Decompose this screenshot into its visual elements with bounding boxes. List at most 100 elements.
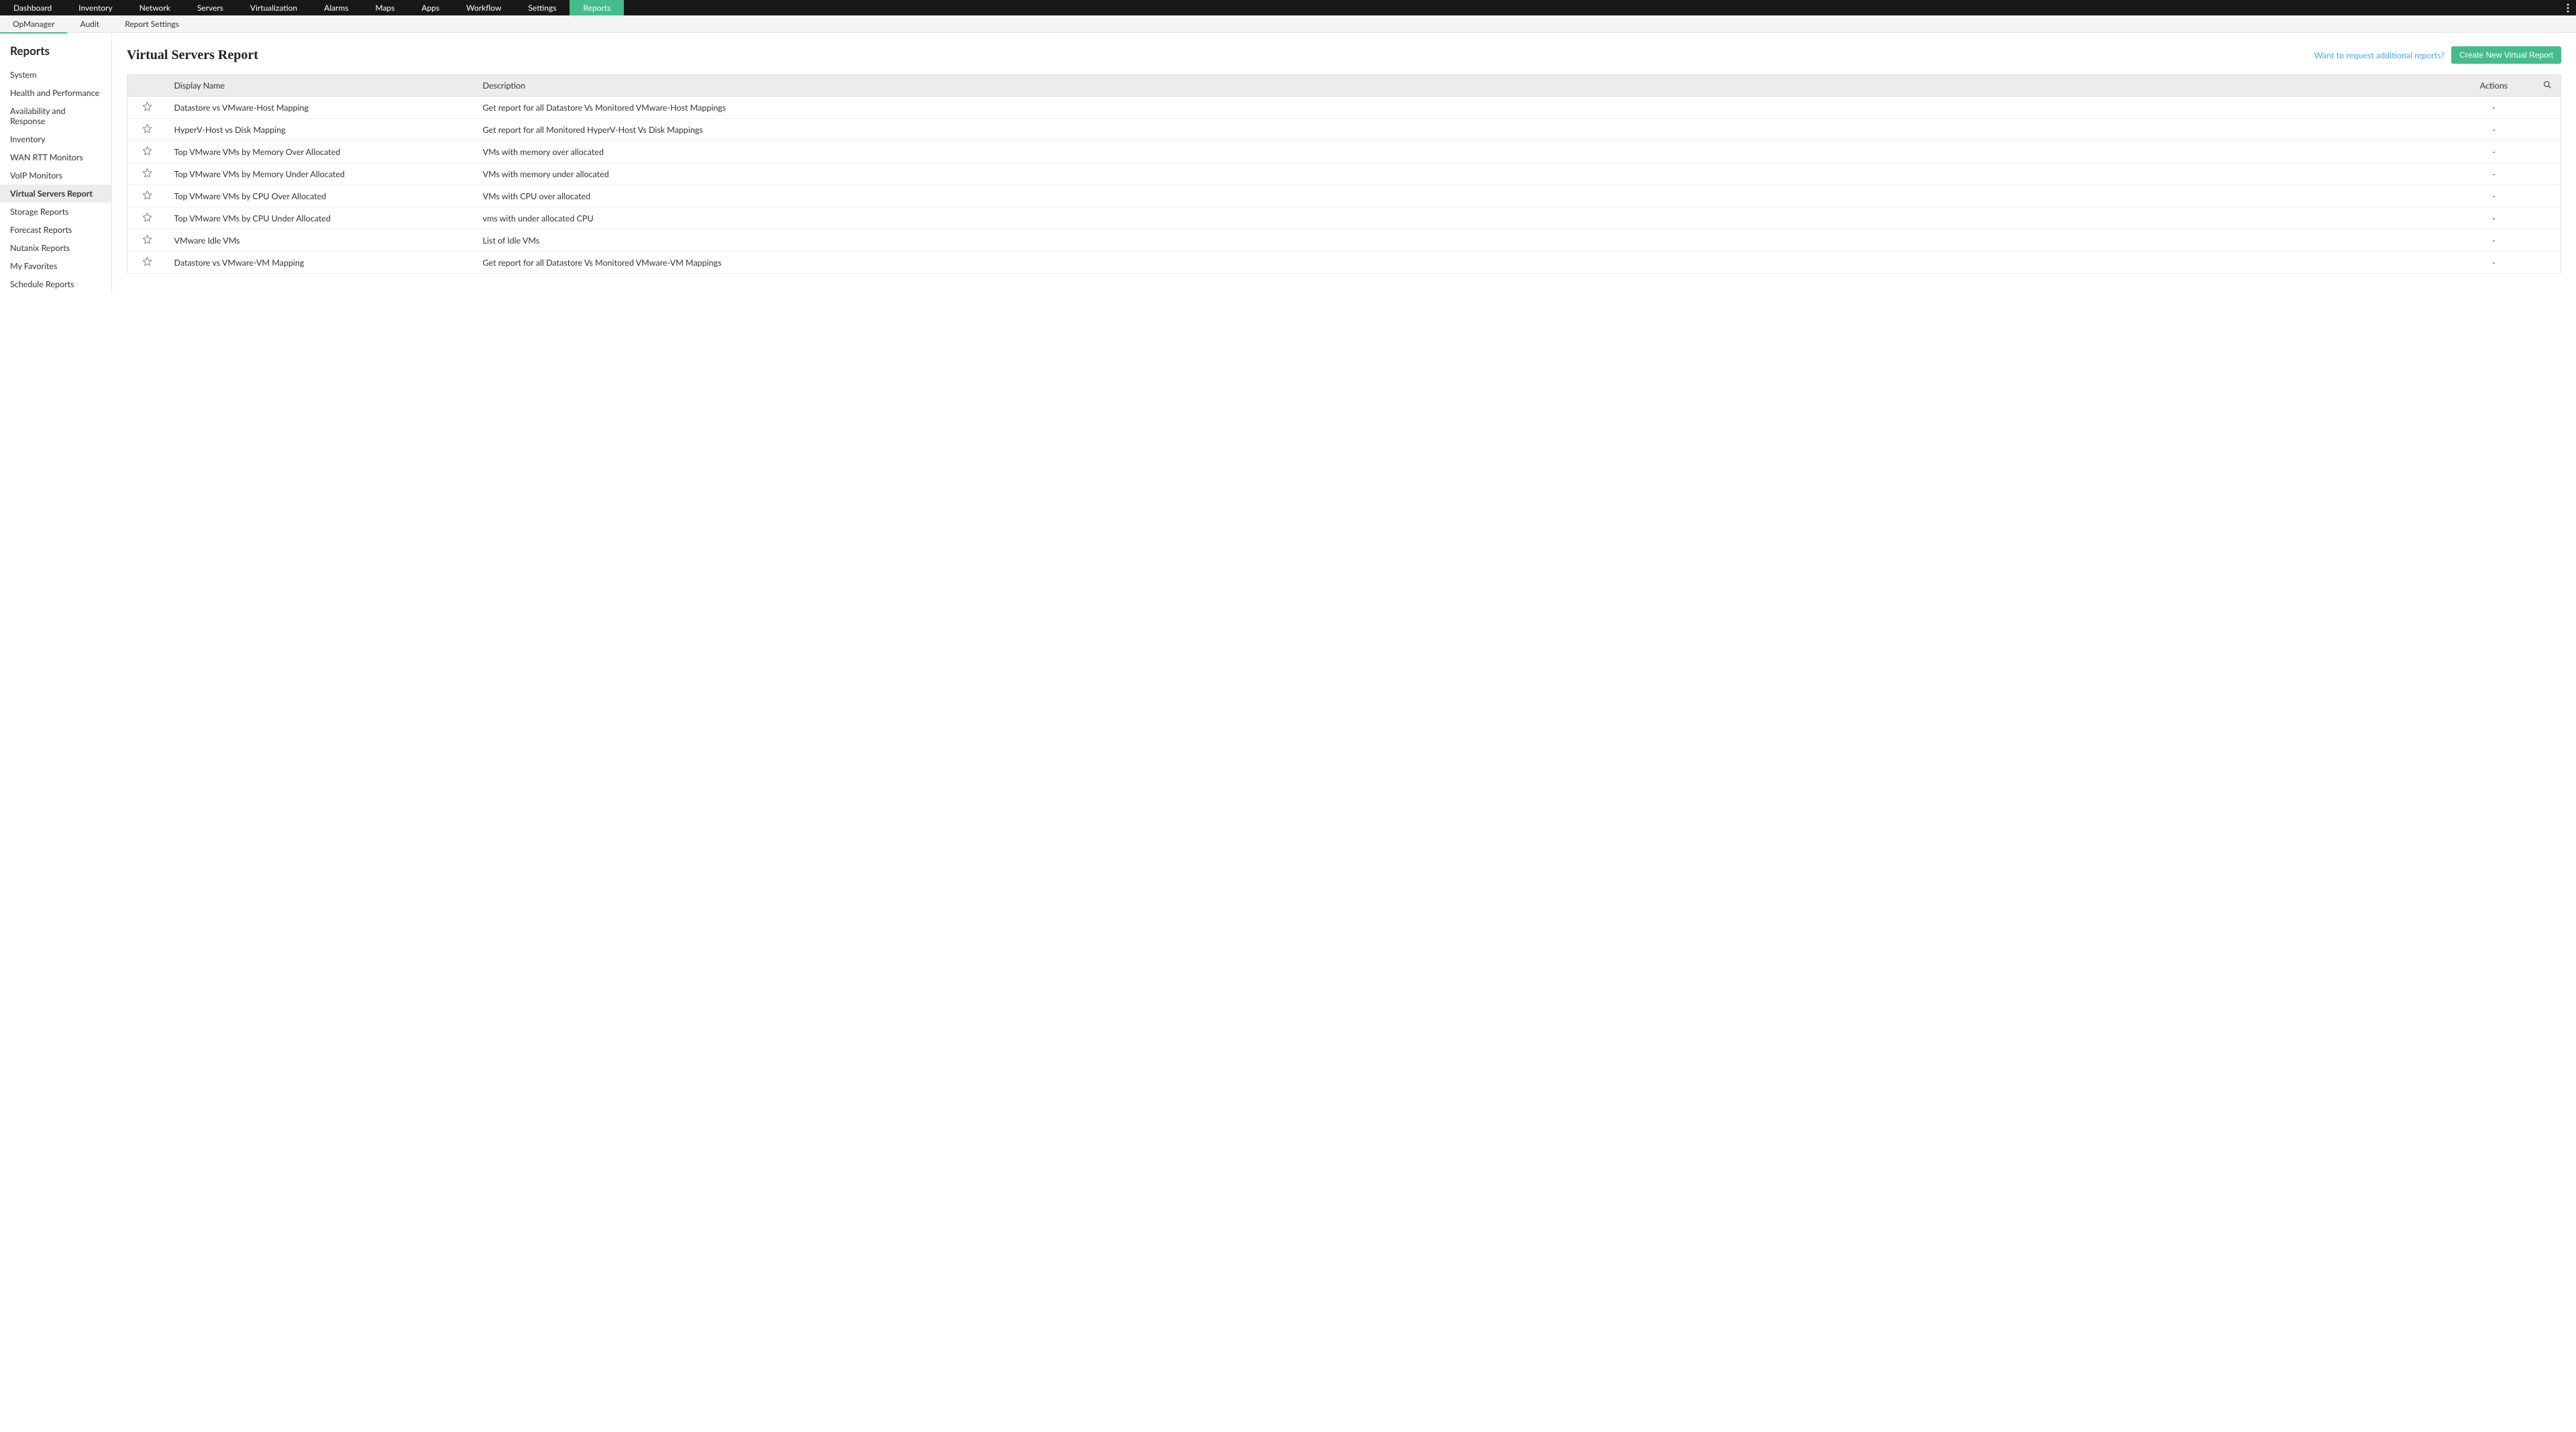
sidebar-item[interactable]: Schedule Reports bbox=[0, 275, 111, 293]
report-actions: - bbox=[2454, 119, 2534, 141]
sidebar-item[interactable]: Forecast Reports bbox=[0, 221, 111, 239]
top-nav-item[interactable]: Network bbox=[126, 0, 184, 15]
report-actions: - bbox=[2454, 185, 2534, 207]
favorite-cell bbox=[127, 119, 168, 141]
create-virtual-report-button[interactable]: Create New Virtual Report bbox=[2451, 46, 2561, 64]
top-nav-item[interactable]: Apps bbox=[408, 0, 453, 15]
report-actions: - bbox=[2454, 229, 2534, 252]
star-icon[interactable] bbox=[142, 168, 152, 178]
report-name[interactable]: Datastore vs VMware-Host Mapping bbox=[168, 97, 476, 119]
favorite-cell bbox=[127, 141, 168, 163]
report-description: vms with under allocated CPU bbox=[476, 207, 2454, 229]
report-description: Get report for all Datastore Vs Monitore… bbox=[476, 97, 2454, 119]
favorite-cell bbox=[127, 163, 168, 185]
favorite-cell bbox=[127, 229, 168, 252]
table-row: Top VMware VMs by Memory Under Allocated… bbox=[127, 163, 2561, 185]
report-name[interactable]: VMware Idle VMs bbox=[168, 229, 476, 252]
row-trailing-cell bbox=[2534, 163, 2561, 185]
report-name[interactable]: Top VMware VMs by Memory Under Allocated bbox=[168, 163, 476, 185]
table-row: Top VMware VMs by Memory Over AllocatedV… bbox=[127, 141, 2561, 163]
sidebar-item[interactable]: Health and Performance bbox=[0, 84, 111, 102]
row-trailing-cell bbox=[2534, 207, 2561, 229]
report-name[interactable]: Top VMware VMs by Memory Over Allocated bbox=[168, 141, 476, 163]
report-actions: - bbox=[2454, 163, 2534, 185]
top-nav-item[interactable]: Maps bbox=[362, 0, 408, 15]
sidebar: Reports SystemHealth and PerformanceAvai… bbox=[0, 33, 112, 293]
search-header bbox=[2534, 75, 2561, 97]
display-name-header[interactable]: Display Name bbox=[168, 75, 476, 97]
report-name[interactable]: Datastore vs VMware-VM Mapping bbox=[168, 252, 476, 274]
description-header[interactable]: Description bbox=[476, 75, 2454, 97]
top-nav: DashboardInventoryNetworkServersVirtuali… bbox=[0, 0, 2576, 15]
top-nav-item[interactable]: Virtualization bbox=[237, 0, 311, 15]
report-description: VMs with memory under allocated bbox=[476, 163, 2454, 185]
table-row: HyperV-Host vs Disk MappingGet report fo… bbox=[127, 119, 2561, 141]
sub-nav-item[interactable]: Report Settings bbox=[112, 15, 192, 33]
sidebar-item[interactable]: WAN RTT Monitors bbox=[0, 148, 111, 166]
report-description: Get report for all Datastore Vs Monitore… bbox=[476, 252, 2454, 274]
sidebar-item[interactable]: Storage Reports bbox=[0, 203, 111, 221]
table-row: Top VMware VMs by CPU Over AllocatedVMs … bbox=[127, 185, 2561, 207]
sidebar-item[interactable]: VoIP Monitors bbox=[0, 166, 111, 185]
sidebar-item[interactable]: Inventory bbox=[0, 130, 111, 148]
report-actions: - bbox=[2454, 207, 2534, 229]
request-reports-link[interactable]: Want to request additional reports? bbox=[2314, 50, 2445, 60]
sidebar-title: Reports bbox=[0, 44, 111, 66]
row-trailing-cell bbox=[2534, 185, 2561, 207]
favorite-cell bbox=[127, 185, 168, 207]
star-icon[interactable] bbox=[142, 234, 152, 244]
sub-nav-item[interactable]: Audit bbox=[67, 15, 112, 33]
top-nav-item[interactable]: Inventory bbox=[65, 0, 125, 15]
row-trailing-cell bbox=[2534, 119, 2561, 141]
favorite-header bbox=[127, 75, 168, 97]
star-icon[interactable] bbox=[142, 212, 152, 222]
actions-header: Actions bbox=[2454, 75, 2534, 97]
search-icon[interactable] bbox=[2543, 81, 2551, 91]
more-menu-icon[interactable] bbox=[2567, 0, 2569, 15]
favorite-cell bbox=[127, 252, 168, 274]
table-header-row: Display Name Description Actions bbox=[127, 75, 2561, 97]
sub-nav-item[interactable]: OpManager bbox=[0, 15, 67, 33]
sidebar-item[interactable]: My Favorites bbox=[0, 257, 111, 275]
row-trailing-cell bbox=[2534, 229, 2561, 252]
report-name[interactable]: Top VMware VMs by CPU Over Allocated bbox=[168, 185, 476, 207]
star-icon[interactable] bbox=[142, 190, 152, 200]
row-trailing-cell bbox=[2534, 97, 2561, 119]
star-icon[interactable] bbox=[142, 123, 152, 134]
star-icon[interactable] bbox=[142, 256, 152, 266]
sidebar-item[interactable]: Nutanix Reports bbox=[0, 239, 111, 257]
row-trailing-cell bbox=[2534, 252, 2561, 274]
report-actions: - bbox=[2454, 141, 2534, 163]
table-row: Datastore vs VMware-Host MappingGet repo… bbox=[127, 97, 2561, 119]
content-header: Virtual Servers Report Want to request a… bbox=[127, 46, 2561, 64]
reports-table: Display Name Description Actions Datasto… bbox=[127, 74, 2561, 274]
favorite-cell bbox=[127, 97, 168, 119]
favorite-cell bbox=[127, 207, 168, 229]
table-row: VMware Idle VMsList of Idle VMs- bbox=[127, 229, 2561, 252]
star-icon[interactable] bbox=[142, 146, 152, 156]
report-description: VMs with CPU over allocated bbox=[476, 185, 2454, 207]
report-name[interactable]: Top VMware VMs by CPU Under Allocated bbox=[168, 207, 476, 229]
top-nav-item[interactable]: Workflow bbox=[453, 0, 515, 15]
report-description: List of Idle VMs bbox=[476, 229, 2454, 252]
content: Virtual Servers Report Want to request a… bbox=[112, 33, 2576, 293]
top-nav-item[interactable]: Reports bbox=[570, 0, 624, 15]
report-name[interactable]: HyperV-Host vs Disk Mapping bbox=[168, 119, 476, 141]
report-description: Get report for all Monitored HyperV-Host… bbox=[476, 119, 2454, 141]
sub-nav: OpManagerAuditReport Settings bbox=[0, 15, 2576, 33]
top-nav-item[interactable]: Settings bbox=[515, 0, 570, 15]
sidebar-item[interactable]: Availability and Response bbox=[0, 102, 111, 130]
sidebar-item[interactable]: Virtual Servers Report bbox=[0, 185, 111, 203]
main-layout: Reports SystemHealth and PerformanceAvai… bbox=[0, 33, 2576, 293]
report-actions: - bbox=[2454, 97, 2534, 119]
sidebar-item[interactable]: System bbox=[0, 66, 111, 84]
table-row: Top VMware VMs by CPU Under Allocatedvms… bbox=[127, 207, 2561, 229]
top-nav-item[interactable]: Dashboard bbox=[0, 0, 65, 15]
report-description: VMs with memory over allocated bbox=[476, 141, 2454, 163]
star-icon[interactable] bbox=[142, 101, 152, 111]
top-nav-item[interactable]: Alarms bbox=[311, 0, 362, 15]
top-nav-item[interactable]: Servers bbox=[184, 0, 237, 15]
row-trailing-cell bbox=[2534, 141, 2561, 163]
page-title: Virtual Servers Report bbox=[127, 48, 2314, 63]
report-actions: - bbox=[2454, 252, 2534, 274]
